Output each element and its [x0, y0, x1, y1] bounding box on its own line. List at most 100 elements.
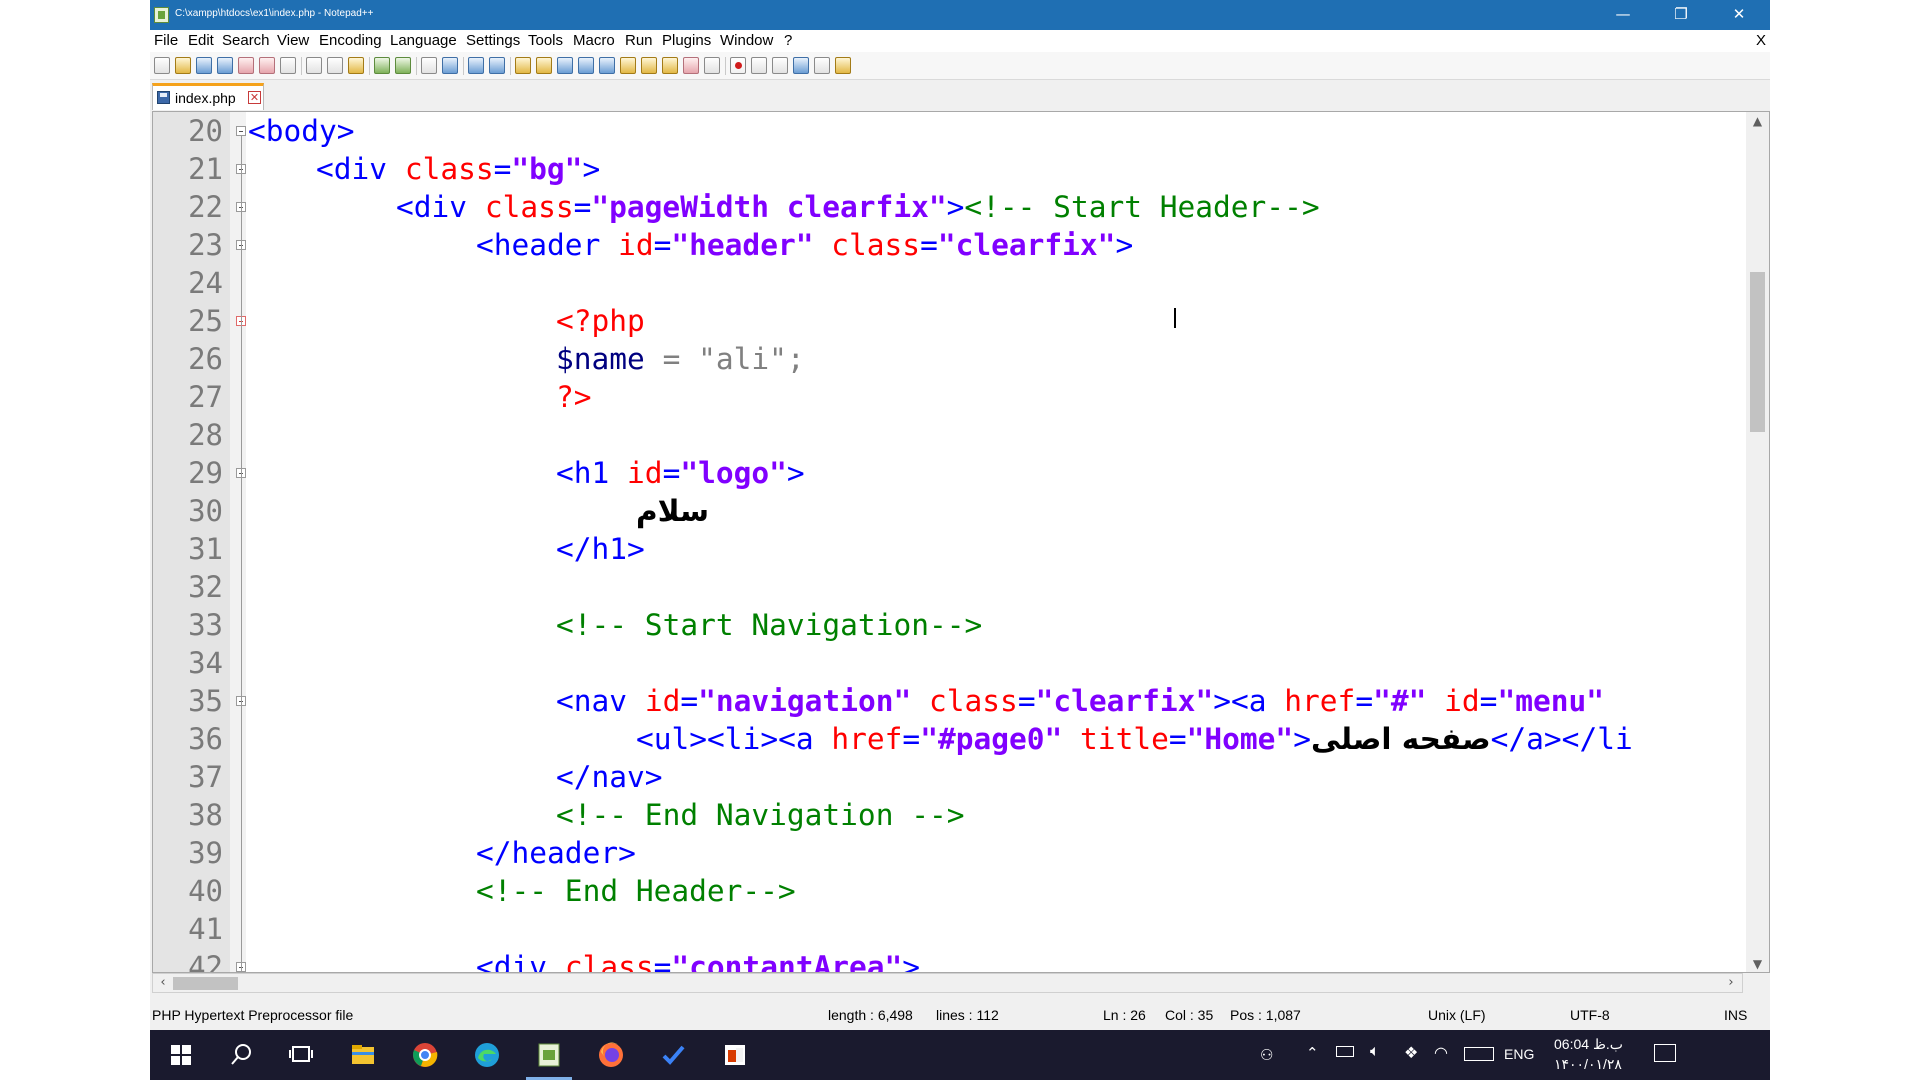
play-macro-icon[interactable]: [772, 57, 788, 74]
indent-guide-icon[interactable]: [599, 57, 615, 74]
new-file-icon[interactable]: [154, 57, 170, 74]
minimize-button[interactable]: —: [1594, 0, 1652, 30]
horizontal-scroll-thumb[interactable]: [173, 977, 238, 990]
menu-window[interactable]: Window: [720, 32, 773, 49]
keyboard-icon[interactable]: [1464, 1047, 1494, 1061]
dropbox-icon[interactable]: ❖: [1404, 1043, 1418, 1063]
code-token: </nav>: [556, 760, 663, 794]
code-token: >: [786, 456, 805, 490]
code-editor[interactable]: 20 21 22 23 24 25 26 27 28 29 30 31 32 3…: [152, 111, 1770, 973]
vertical-scrollbar[interactable]: ▲ ▼: [1746, 112, 1769, 972]
menu-file[interactable]: File: [154, 32, 178, 49]
file-explorer-icon[interactable]: [350, 1042, 376, 1068]
battery-icon[interactable]: [1336, 1046, 1354, 1057]
show-all-chars-icon[interactable]: [578, 57, 594, 74]
menu-encoding[interactable]: Encoding: [319, 32, 382, 49]
clock-date[interactable]: ۱۴۰۰/۰۱/۲۸: [1554, 1056, 1622, 1073]
paste-icon[interactable]: [348, 57, 364, 74]
office-icon[interactable]: [722, 1042, 748, 1068]
menu-macro[interactable]: Macro: [573, 32, 615, 49]
menu-view[interactable]: View: [277, 32, 309, 49]
close-icon[interactable]: [238, 57, 254, 74]
menu-run[interactable]: Run: [625, 32, 653, 49]
vertical-scroll-thumb[interactable]: [1750, 272, 1765, 432]
menu-plugins[interactable]: Plugins: [662, 32, 711, 49]
print-icon[interactable]: [280, 57, 296, 74]
menu-tools[interactable]: Tools: [528, 32, 563, 49]
status-insert-mode[interactable]: INS: [1724, 1007, 1747, 1023]
toolbar-separator: [463, 57, 464, 75]
sync-h-icon[interactable]: [536, 57, 552, 74]
udl-icon[interactable]: [620, 57, 636, 74]
notepadpp-app-icon: [154, 7, 169, 23]
menu-search[interactable]: Search: [222, 32, 270, 49]
notepadpp-icon[interactable]: [536, 1042, 562, 1068]
task-view-icon[interactable]: [288, 1042, 314, 1068]
code-token: <body>: [248, 114, 355, 148]
zoom-out-icon[interactable]: [489, 57, 505, 74]
replace-icon[interactable]: [442, 57, 458, 74]
chrome-icon[interactable]: [412, 1042, 438, 1068]
show-hidden-icons-icon[interactable]: ⌃: [1306, 1044, 1319, 1062]
volume-icon[interactable]: 🔈︎: [1370, 1043, 1380, 1061]
status-eol[interactable]: Unix (LF): [1428, 1007, 1486, 1023]
code-token: id: [1444, 684, 1480, 718]
wifi-icon[interactable]: ◠: [1434, 1043, 1448, 1063]
fold-marker[interactable]: [236, 126, 246, 136]
scroll-down-icon[interactable]: ▼: [1750, 957, 1765, 972]
input-language[interactable]: ENG: [1504, 1046, 1534, 1062]
menu-settings[interactable]: Settings: [466, 32, 520, 49]
folder-workspace-icon[interactable]: [683, 57, 699, 74]
undo-icon[interactable]: [374, 57, 390, 74]
tab-index-php[interactable]: index.php ✕: [152, 83, 264, 110]
code-token: <h1: [556, 456, 628, 490]
redo-icon[interactable]: [395, 57, 411, 74]
code-token: class: [404, 152, 494, 186]
scroll-right-icon[interactable]: ›: [1723, 975, 1739, 991]
search-icon[interactable]: [228, 1042, 254, 1068]
code-area[interactable]: <body> <div class="bg"> <div class="page…: [246, 112, 1746, 972]
code-line-26: $name = "ali";: [556, 340, 805, 378]
tab-close-icon[interactable]: ✕: [248, 91, 261, 104]
plugin-icon[interactable]: [835, 57, 851, 74]
copy-icon[interactable]: [327, 57, 343, 74]
save-icon[interactable]: [196, 57, 212, 74]
status-column: Col : 35: [1165, 1007, 1214, 1023]
record-macro-icon[interactable]: [730, 57, 746, 74]
close-window-button[interactable]: ✕: [1710, 0, 1768, 30]
saved-file-icon: [157, 91, 170, 104]
status-encoding[interactable]: UTF-8: [1570, 1007, 1610, 1023]
play-multiple-icon[interactable]: [793, 57, 809, 74]
function-list-icon[interactable]: [662, 57, 678, 74]
edge-icon[interactable]: [474, 1042, 500, 1068]
firefox-icon[interactable]: [598, 1042, 624, 1068]
menu-edit[interactable]: Edit: [188, 32, 214, 49]
find-icon[interactable]: [421, 57, 437, 74]
cut-icon[interactable]: [306, 57, 322, 74]
horizontal-scrollbar[interactable]: ‹ ›: [152, 973, 1743, 993]
notifications-icon[interactable]: [1654, 1044, 1676, 1062]
sync-v-icon[interactable]: [515, 57, 531, 74]
code-token: >: [1213, 684, 1231, 718]
open-file-icon[interactable]: [175, 57, 191, 74]
doc-map-icon[interactable]: [641, 57, 657, 74]
word-wrap-icon[interactable]: [557, 57, 573, 74]
status-file-type: PHP Hypertext Preprocessor file: [152, 1007, 354, 1023]
todo-icon[interactable]: [660, 1042, 686, 1068]
save-macro-icon[interactable]: [814, 57, 830, 74]
people-icon[interactable]: ⚇: [1260, 1046, 1273, 1064]
zoom-in-icon[interactable]: [468, 57, 484, 74]
windows-start-icon[interactable]: [168, 1042, 194, 1068]
scroll-left-icon[interactable]: ‹: [155, 975, 171, 991]
clock-time[interactable]: 06:04 ب.ظ: [1554, 1036, 1623, 1053]
scroll-up-icon[interactable]: ▲: [1750, 114, 1765, 129]
close-document-button[interactable]: X: [1756, 32, 1766, 49]
menu-help[interactable]: ?: [784, 32, 792, 49]
save-all-icon[interactable]: [217, 57, 233, 74]
monitor-icon[interactable]: [704, 57, 720, 74]
close-all-icon[interactable]: [259, 57, 275, 74]
restore-button[interactable]: ❐: [1652, 0, 1710, 30]
menu-language[interactable]: Language: [390, 32, 457, 49]
stop-macro-icon[interactable]: [751, 57, 767, 74]
